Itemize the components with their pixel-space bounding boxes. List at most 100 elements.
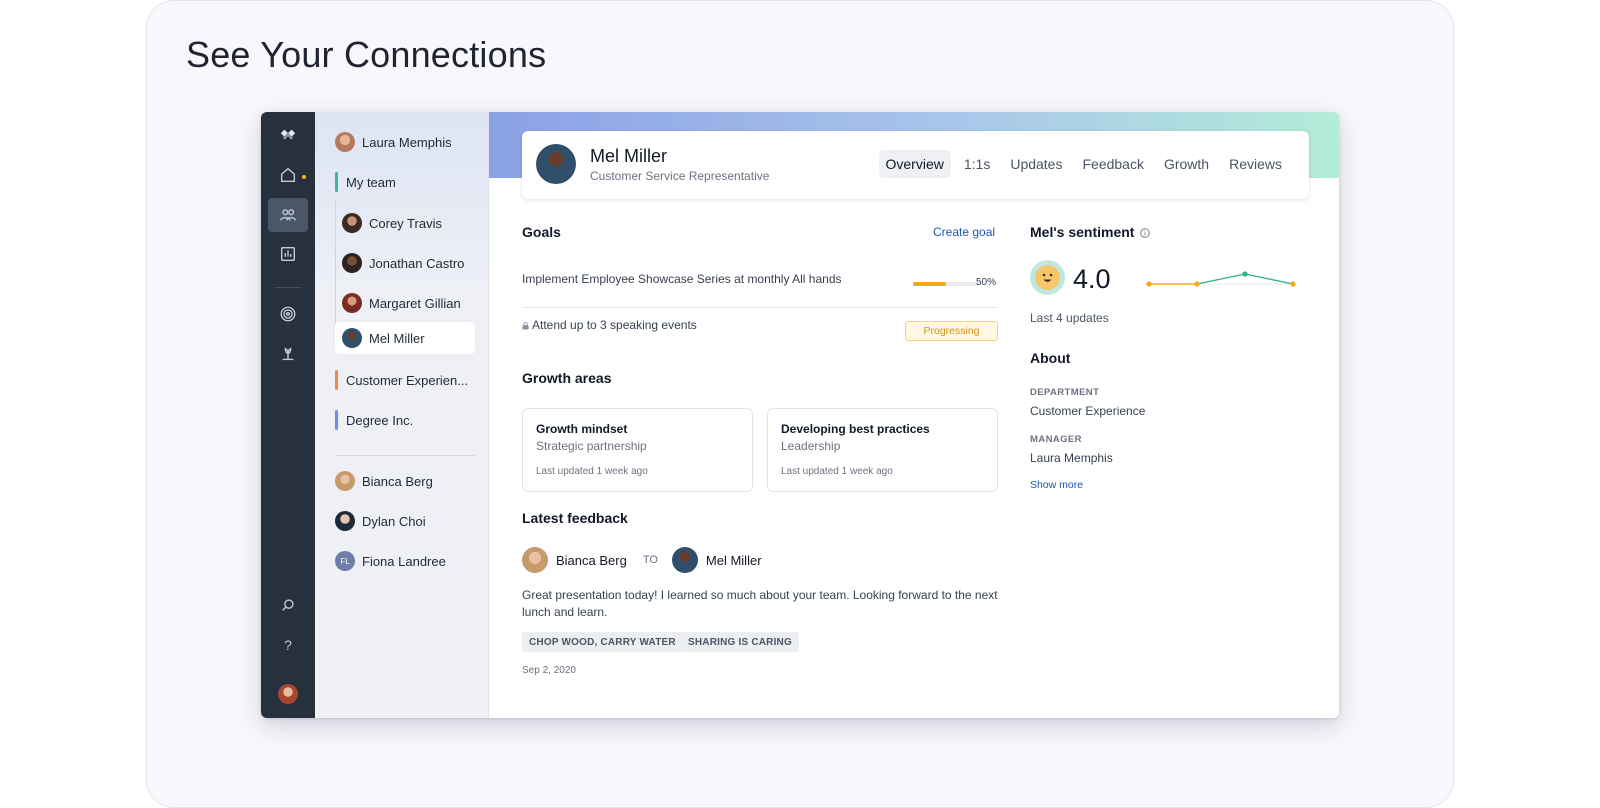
- growth-area-card[interactable]: Developing best practices Leadership Las…: [767, 408, 998, 492]
- team-member[interactable]: Corey Travis: [342, 208, 442, 238]
- trend-point: [1194, 281, 1200, 287]
- profile-name: Mel Miller: [590, 146, 668, 166]
- growth-area-title: Developing best practices: [781, 422, 930, 436]
- trend-segment: [1244, 273, 1294, 285]
- rail-divider: [275, 287, 301, 288]
- person-name: Dylan Choi: [362, 513, 426, 529]
- growth-area-subtitle: Strategic partnership: [536, 439, 647, 453]
- growth-area-updated: Last updated 1 week ago: [536, 466, 648, 477]
- sentiment-subtitle: Last 4 updates: [1030, 311, 1109, 325]
- feedback-from[interactable]: Bianca Berg: [556, 553, 627, 568]
- person-name: Bianca Berg: [362, 473, 433, 489]
- trend-point: [1146, 281, 1152, 287]
- person-dylan-choi[interactable]: Dylan Choi: [335, 506, 426, 536]
- goal-progress-bar: [913, 282, 979, 286]
- latest-feedback-title: Latest feedback: [522, 510, 628, 526]
- feedback-to-label: TO: [642, 554, 658, 566]
- tab-feedback[interactable]: Feedback: [1075, 150, 1150, 178]
- group-label: Customer Experien...: [346, 372, 469, 388]
- feedback-to[interactable]: Mel Miller: [706, 553, 762, 568]
- department-label: DEPARTMENT: [1030, 387, 1100, 398]
- tab-one-on-ones[interactable]: 1:1s: [957, 150, 997, 178]
- avatar: [342, 293, 362, 313]
- trend-segment: [1196, 273, 1246, 285]
- group-label: Degree Inc.: [346, 412, 414, 428]
- smiley-face-icon: [1030, 260, 1065, 295]
- face-fill: [1035, 265, 1060, 290]
- avatar: [671, 547, 698, 573]
- feedback-message: Great presentation today! I learned so m…: [522, 588, 998, 619]
- sentiment-trend-chart: [1146, 271, 1296, 287]
- avatar: [342, 213, 362, 233]
- growth-areas-title: Growth areas: [522, 370, 612, 386]
- goals-title: Goals: [522, 224, 561, 240]
- team-member[interactable]: Margaret Gillian: [342, 288, 461, 318]
- goal-divider: [522, 307, 998, 308]
- avatar: [335, 471, 355, 491]
- profile-avatar: [536, 144, 576, 184]
- notification-dot: [302, 175, 306, 179]
- feedback-tag: CHOP WOOD, CARRY WATER: [522, 632, 683, 652]
- team-member[interactable]: Jonathan Castro: [342, 248, 464, 278]
- tab-reviews[interactable]: Reviews: [1222, 150, 1289, 178]
- department-value: Customer Experience: [1030, 404, 1146, 418]
- person-name: Margaret Gillian: [369, 295, 461, 311]
- sentiment-title-text: Mel's sentiment: [1030, 224, 1135, 240]
- avatar: [342, 253, 362, 273]
- people-panel: Laura Memphis My team Corey Travis Jonat…: [315, 112, 489, 718]
- goal-text: Implement Employee Showcase Series at mo…: [522, 272, 842, 286]
- feedback-participants: Bianca Berg TO Mel Miller: [522, 547, 762, 573]
- group-my-team[interactable]: My team: [335, 172, 396, 192]
- group-color-bar: [335, 172, 338, 192]
- info-icon[interactable]: [1140, 228, 1151, 238]
- growth-area-subtitle: Leadership: [781, 439, 841, 453]
- person-name: Jonathan Castro: [369, 255, 465, 271]
- user-avatar[interactable]: [278, 684, 298, 704]
- goal-progress-percent: 50%: [976, 277, 997, 288]
- show-more-link[interactable]: Show more: [1030, 479, 1083, 491]
- group-customer-experience[interactable]: Customer Experien...: [335, 370, 468, 390]
- person-name: Laura Memphis: [362, 134, 452, 150]
- people-icon[interactable]: [268, 198, 308, 232]
- person-fiona-landree[interactable]: FL Fiona Landree: [335, 546, 446, 576]
- about-title: About: [1030, 350, 1071, 366]
- group-degree-inc[interactable]: Degree Inc.: [335, 410, 413, 430]
- avatar-initials: FL: [335, 551, 355, 571]
- goal-progress-fill: [913, 282, 946, 286]
- goal-text: Attend up to 3 speaking events: [532, 318, 697, 332]
- help-icon[interactable]: ?: [268, 628, 308, 662]
- group-color-bar: [335, 370, 338, 390]
- main-content: Mel Miller Customer Service Representati…: [489, 112, 1339, 718]
- sentiment-title: Mel's sentiment: [1030, 224, 1151, 240]
- trend-point: [1242, 271, 1248, 277]
- avatar: [342, 328, 362, 348]
- avatar: [335, 132, 355, 152]
- profile-header-card: Mel Miller Customer Service Representati…: [522, 131, 1309, 199]
- nav-rail: ?: [261, 112, 315, 718]
- profile-tabs: Overview 1:1s Updates Feedback Growth Re…: [878, 150, 1290, 178]
- team-member-selected[interactable]: Mel Miller: [335, 322, 475, 354]
- tab-overview[interactable]: Overview: [878, 150, 951, 178]
- logo-icon[interactable]: [268, 118, 308, 152]
- avatar: [335, 511, 355, 531]
- search-icon[interactable]: [268, 588, 308, 622]
- group-label: My team: [346, 174, 396, 190]
- target-icon[interactable]: [268, 297, 308, 331]
- person-name: Mel Miller: [369, 330, 425, 346]
- create-goal-link[interactable]: Create goal: [933, 225, 995, 239]
- tab-updates[interactable]: Updates: [1003, 150, 1069, 178]
- profile-role: Customer Service Representative: [590, 169, 770, 183]
- tab-growth[interactable]: Growth: [1157, 150, 1216, 178]
- growth-icon[interactable]: [268, 337, 308, 371]
- growth-area-card[interactable]: Growth mindset Strategic partnership Las…: [522, 408, 753, 492]
- sentiment-score: 4.0: [1073, 264, 1111, 294]
- page-headline: See Your Connections: [186, 34, 547, 75]
- person-laura-memphis[interactable]: Laura Memphis: [335, 127, 452, 157]
- feedback-date: Sep 2, 2020: [522, 665, 576, 676]
- chart-icon[interactable]: [268, 237, 308, 271]
- person-bianca-berg[interactable]: Bianca Berg: [335, 466, 433, 496]
- app-window: ? Laura Memphis My team Corey Travis Jon…: [261, 112, 1339, 718]
- group-color-bar: [335, 410, 338, 430]
- panel-divider: [335, 455, 475, 456]
- manager-label: MANAGER: [1030, 434, 1082, 445]
